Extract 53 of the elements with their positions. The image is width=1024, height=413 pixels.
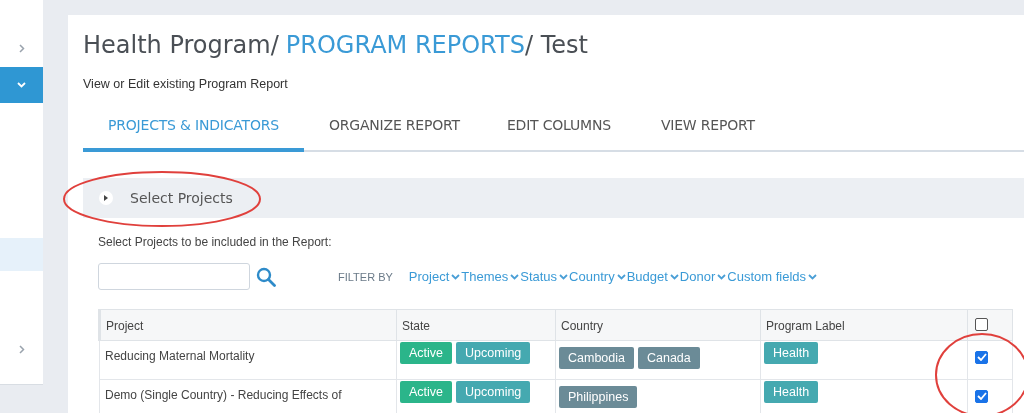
country-tag: Canada (638, 347, 700, 369)
program-label-tag: Health (764, 381, 819, 403)
filter-label: FILTER BY (338, 270, 393, 283)
section-title: Select Projects (130, 190, 233, 206)
table-cell: Reducing Maternal Mortality (99, 340, 397, 380)
search-icon (256, 266, 276, 287)
filter-dropdown[interactable]: Status (520, 269, 569, 284)
tab[interactable]: ORGANIZE REPORT (303, 117, 482, 152)
chevron-down-icon (616, 274, 626, 280)
country-tag: Philippines (559, 386, 638, 408)
filter-dropdown[interactable]: Budget (626, 269, 679, 284)
column-header: State (396, 309, 556, 341)
tab[interactable]: PROJECTS & INDICATORS (83, 117, 304, 152)
page-subtitle: View or Edit existing Program Report (83, 77, 289, 91)
chevron-right-icon (18, 345, 25, 354)
checkbox[interactable] (975, 350, 988, 364)
filter-dropdown[interactable]: Donor (679, 269, 727, 284)
column-header: Project (99, 309, 397, 341)
chevron-down-icon (669, 274, 679, 280)
column-header: Country (555, 309, 761, 341)
checkmark-icon (976, 392, 987, 400)
checkbox[interactable] (975, 318, 988, 331)
filter-dropdown[interactable]: Themes (461, 269, 520, 284)
checkbox[interactable] (975, 389, 988, 403)
filter-dropdown[interactable]: Custom fields (727, 269, 817, 284)
country-tag: Cambodia (559, 347, 634, 369)
sidebar-item[interactable] (0, 67, 43, 103)
chevron-down-icon (717, 274, 727, 280)
chevron-down-icon (559, 274, 569, 280)
chevron-down-icon (17, 82, 26, 88)
chevron-down-icon (808, 274, 817, 280)
column-header: Program Label (760, 309, 968, 341)
chevron-down-icon (451, 274, 461, 280)
sidebar-item[interactable] (0, 238, 43, 271)
search-field[interactable] (98, 263, 250, 290)
checkmark-icon (976, 353, 987, 361)
chevron-right-icon (18, 43, 25, 53)
breadcrumb-link[interactable]: PROGRAM REPORTS (285, 31, 525, 59)
table-cell: Demo (Single Country) - Reducing Effects of (99, 379, 397, 413)
chevron-down-icon (510, 274, 520, 280)
filter-dropdown[interactable]: Project (408, 269, 461, 284)
tab[interactable]: VIEW REPORT (635, 117, 780, 152)
instructions-text: Select Projects to be included in the Report: (98, 235, 333, 249)
state-tag: Upcoming (456, 342, 531, 364)
tab[interactable]: EDIT COLUMNS (481, 117, 636, 152)
program-label-tag: Health (764, 342, 819, 364)
page-title: Health Program/ (83, 31, 279, 59)
state-tag: Active (400, 342, 453, 364)
section-header[interactable]: Select Projects (83, 178, 1024, 218)
state-tag: Upcoming (456, 381, 531, 403)
state-tag: Active (400, 381, 453, 403)
filter-dropdown[interactable]: Country (569, 269, 626, 284)
page-title: / Test (524, 31, 588, 59)
